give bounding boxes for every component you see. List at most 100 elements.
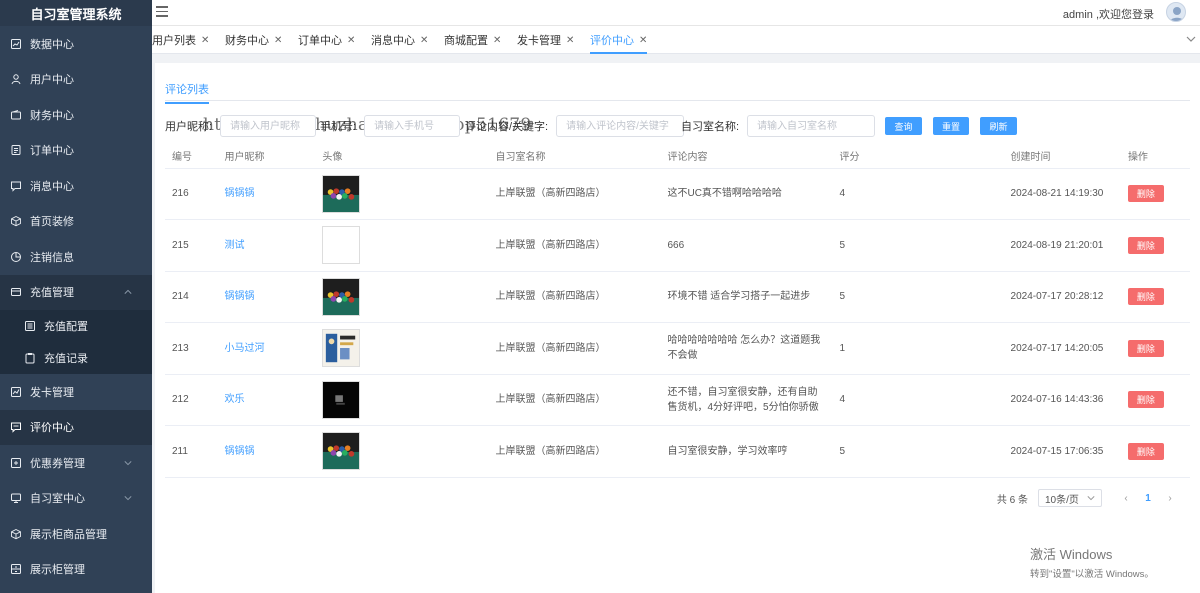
avatar[interactable] — [1166, 2, 1186, 22]
sidebar-item-label: 订单中心 — [30, 145, 74, 158]
column-header: 评论内容 — [660, 143, 833, 169]
table-header-row: 编号 用户昵称 头像 自习室名称 评论内容 评分 创建时间 操作 — [165, 143, 1190, 169]
tab-item[interactable]: 消息中心 ✕ — [371, 26, 428, 54]
cell-score: 4 — [832, 374, 1004, 426]
windows-activation-notice: 激活 Windows 转到"设置"以激活 Windows。 — [1030, 544, 1154, 580]
tab-label: 用户列表 — [152, 35, 196, 47]
cell-avatar — [315, 322, 489, 375]
sidebar-item-label: 充值记录 — [44, 353, 88, 365]
chevron-down-icon[interactable] — [1186, 34, 1196, 44]
cell-id: 215 — [165, 219, 218, 272]
tab-item[interactable]: 财务中心 ✕ — [225, 26, 282, 54]
refresh-button[interactable]: 刷新 — [980, 117, 1017, 135]
phone-input[interactable] — [364, 115, 461, 137]
cell-action: 删除 — [1120, 322, 1190, 375]
page-size-select[interactable]: 10条/页 — [1038, 489, 1102, 507]
table-row: 213 小马过河 上岸联盟（高新四路店） 哈哈哈哈哈哈哈 怎么办？这道题我不会做 1 20… — [165, 322, 1190, 375]
close-icon[interactable]: ✕ — [274, 35, 282, 46]
cell-nickname[interactable]: 欢乐 — [217, 374, 316, 426]
close-icon[interactable]: ✕ — [493, 35, 501, 46]
cell-room: 上岸联盟（高新四路店） — [488, 271, 661, 323]
chevron-down-icon — [1087, 496, 1095, 501]
sidebar-item-label: 发卡管理 — [30, 386, 74, 399]
hamburger-icon[interactable] — [156, 6, 168, 18]
sidebar-item[interactable]: 用户中心 — [0, 62, 152, 98]
sidebar-item[interactable]: 充值记录 — [0, 342, 152, 374]
table-row: 212 欢乐 上岸联盟（高新四路店） 还不错，自习室很安静，还有自助售货机，4分好评吧… — [165, 374, 1190, 426]
sidebar-item-label: 充值管理 — [30, 287, 74, 300]
delete-button[interactable]: 删除 — [1127, 236, 1164, 254]
sidebar-item[interactable]: 充值配置 — [0, 310, 152, 342]
close-icon[interactable]: ✕ — [420, 35, 428, 46]
tab-item[interactable]: 发卡管理 ✕ — [517, 26, 574, 54]
cell-nickname[interactable]: 测试 — [217, 219, 316, 272]
delete-button[interactable]: 删除 — [1127, 442, 1164, 460]
sidebar-item[interactable]: 首页装修 — [0, 204, 152, 240]
tab-label: 订单中心 — [298, 35, 342, 47]
tab-item[interactable]: 用户列表 ✕ — [152, 26, 209, 54]
tab-item[interactable]: 评价中心 ✕ — [590, 26, 648, 54]
query-button[interactable]: 查询 — [885, 117, 922, 135]
cell-comment: 自习室很安静，学习效率哼 — [660, 425, 833, 478]
reset-button[interactable]: 重置 — [933, 117, 969, 135]
ticket-icon — [10, 457, 22, 469]
column-header: 编号 — [165, 143, 218, 169]
cell-id: 212 — [165, 374, 218, 426]
cell-nickname[interactable]: 锅锅锅 — [217, 271, 316, 323]
tab-item[interactable]: 商城配置 ✕ — [444, 26, 501, 54]
close-icon[interactable]: ✕ — [639, 35, 647, 46]
cell-created: 2024-07-16 14:43:36 — [1003, 374, 1121, 426]
column-header: 用户昵称 — [217, 143, 316, 169]
cell-nickname[interactable]: 小马过河 — [217, 322, 316, 375]
cell-action: 删除 — [1120, 168, 1190, 220]
room-input[interactable] — [747, 115, 876, 137]
delete-button[interactable]: 删除 — [1127, 288, 1164, 306]
sidebar-item[interactable]: 订单中心 — [0, 133, 152, 169]
sidebar-item[interactable]: 消息中心 — [0, 168, 152, 204]
close-icon[interactable]: ✕ — [566, 35, 574, 46]
nickname-input[interactable] — [220, 115, 317, 137]
sidebar-item[interactable]: 评价中心 — [0, 409, 152, 445]
avatar-image — [322, 277, 361, 316]
column-header: 创建时间 — [1003, 143, 1121, 169]
avatar-image — [322, 380, 361, 419]
sidebar-item[interactable]: 财务中心 — [0, 97, 152, 133]
delete-button[interactable]: 删除 — [1127, 339, 1164, 357]
page-number[interactable]: 1 — [1136, 493, 1160, 504]
sidebar-item[interactable]: 充值管理 — [0, 274, 152, 310]
content-input[interactable] — [556, 115, 685, 137]
cell-action: 删除 — [1120, 219, 1190, 272]
cell-created: 2024-07-17 20:28:12 — [1003, 271, 1121, 323]
cell-avatar — [315, 168, 489, 220]
list-icon — [24, 320, 36, 332]
sidebar-item-label: 展示柜商品管理 — [30, 528, 107, 541]
divider — [165, 100, 1190, 101]
cell-action: 删除 — [1120, 374, 1190, 426]
tab-item[interactable]: 订单中心 ✕ — [298, 26, 355, 54]
sidebar-item[interactable]: 数据中心 — [0, 26, 152, 62]
next-page-button[interactable]: › — [1160, 493, 1180, 504]
tab-label: 商城配置 — [444, 35, 488, 47]
dashboard-icon — [10, 38, 22, 50]
cell-nickname[interactable]: 锅锅锅 — [217, 425, 316, 478]
sidebar-item-label: 财务中心 — [30, 109, 74, 122]
cell-created: 2024-07-17 14:20:05 — [1003, 322, 1121, 375]
sidebar-item-label: 优惠券管理 — [30, 457, 85, 470]
sidebar-item[interactable]: 发卡管理 — [0, 374, 152, 410]
sidebar: 自习室管理系统 数据中心 用户中心 财务中心 订单中心 消息中心 首页装修 注销信息 充值管理… — [0, 0, 152, 593]
sidebar-item[interactable]: 展示柜商品管理 — [0, 516, 152, 552]
sidebar-item[interactable]: 注销信息 — [0, 239, 152, 275]
sidebar-item-label: 自习室中心 — [30, 493, 85, 506]
nickname-label: 用户昵称: — [165, 121, 213, 133]
cell-nickname[interactable]: 锅锅锅 — [217, 168, 316, 220]
close-icon[interactable]: ✕ — [201, 35, 209, 46]
prev-page-button[interactable]: ‹ — [1116, 493, 1136, 504]
activation-subtitle: 转到"设置"以激活 Windows。 — [1030, 569, 1154, 580]
delete-button[interactable]: 删除 — [1127, 185, 1164, 203]
sidebar-item[interactable]: 展示柜管理 — [0, 552, 152, 588]
user-icon — [10, 73, 22, 85]
close-icon[interactable]: ✕ — [347, 35, 355, 46]
delete-button[interactable]: 删除 — [1127, 391, 1164, 409]
sidebar-item[interactable]: 自习室中心 — [0, 481, 152, 517]
sidebar-item[interactable]: 优惠券管理 — [0, 445, 152, 481]
